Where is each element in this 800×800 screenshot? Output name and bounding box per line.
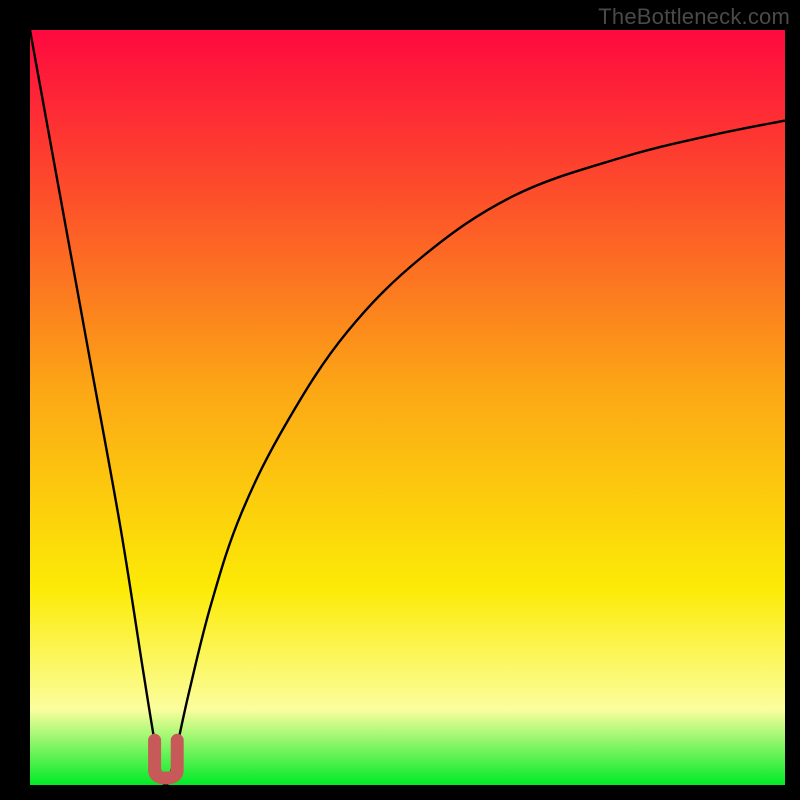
- plot-area: [30, 30, 785, 785]
- chart-svg: [30, 30, 785, 785]
- watermark-text: TheBottleneck.com: [598, 4, 790, 30]
- outer-frame: TheBottleneck.com: [0, 0, 800, 800]
